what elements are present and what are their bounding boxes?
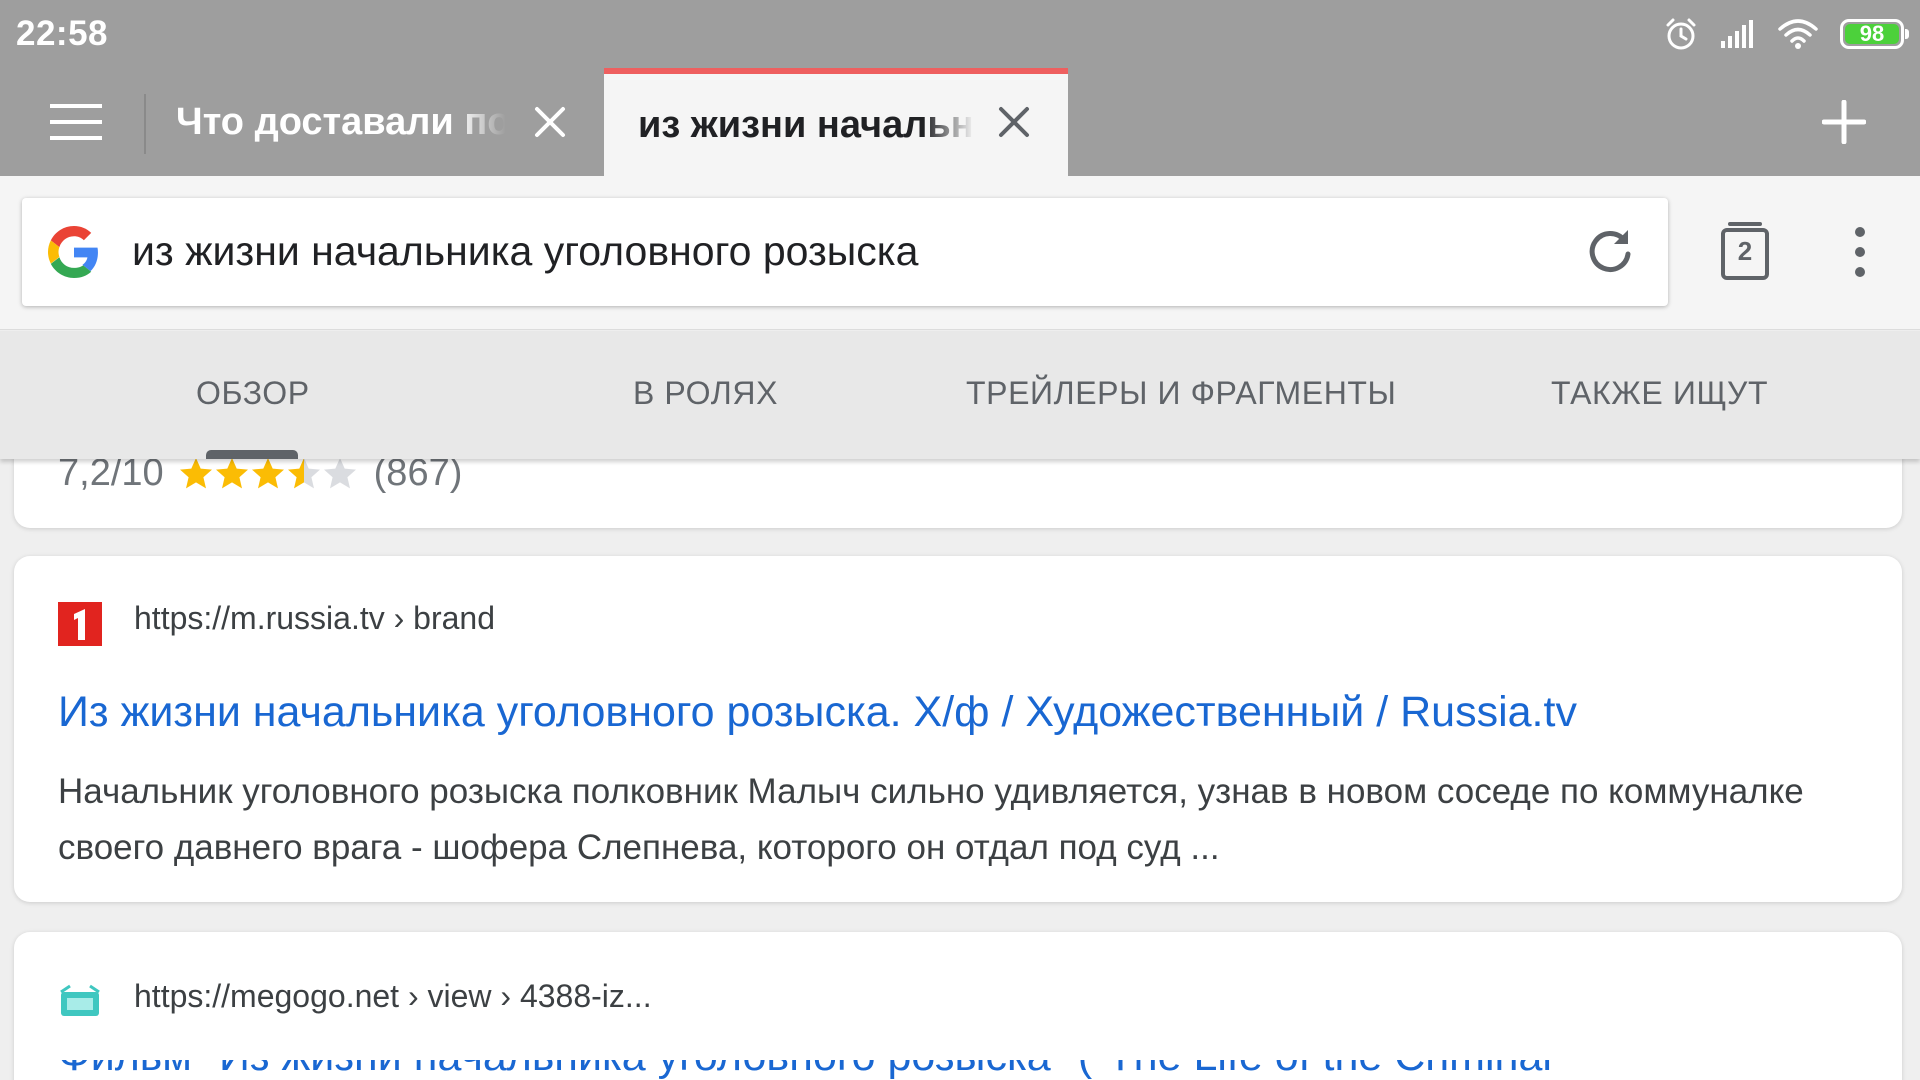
- result-url: https://megogo.net › view › 4388-iz...: [134, 978, 652, 1014]
- result-title-link[interactable]: Фильм "Из жизни начальника уголовного ро…: [58, 1060, 1858, 1080]
- tab-title: из жизни начальника: [638, 103, 974, 146]
- search-result: https://megogo.net › view › 4388-iz... Ф…: [14, 932, 1902, 1080]
- search-result: https://m.russia.tv › brand Из жизни нач…: [14, 556, 1902, 902]
- star-icon: [215, 457, 248, 488]
- status-bar: 22:58 98: [0, 0, 1920, 68]
- battery-level: 98: [1859, 21, 1885, 46]
- search-category-tabs: ОБЗОР В РОЛЯХ ТРЕЙЛЕРЫ И ФРАГМЕНТЫ ТАКЖЕ…: [0, 331, 1920, 459]
- google-g-icon: [48, 226, 98, 278]
- star-rating: [178, 456, 358, 492]
- result-url: https://m.russia.tv › brand: [134, 600, 496, 636]
- new-tab-icon[interactable]: [1822, 100, 1866, 144]
- signal-icon: [1721, 20, 1753, 48]
- tab-inactive[interactable]: Что доставали по: [146, 68, 604, 176]
- tab-cast[interactable]: В РОЛЯХ: [633, 375, 778, 412]
- tab-count: 2: [1737, 236, 1753, 266]
- russia1-favicon: [58, 602, 102, 646]
- megogo-favicon: [60, 984, 100, 1016]
- tab-overview[interactable]: ОБЗОР: [196, 375, 310, 412]
- star-icon: [179, 457, 212, 488]
- status-time: 22:58: [16, 14, 109, 53]
- active-tab-indicator: [206, 450, 298, 459]
- wifi-icon: [1778, 19, 1818, 49]
- tab-title: Что доставали по: [176, 100, 506, 143]
- tab-switcher-button[interactable]: 2: [1720, 222, 1770, 282]
- result-title-link[interactable]: Из жизни начальника уголовного розыска. …: [58, 688, 1858, 737]
- close-tab-icon[interactable]: [996, 104, 1032, 140]
- star-icon: [287, 457, 320, 488]
- battery-icon: 98: [1840, 19, 1909, 49]
- tab-trailers[interactable]: ТРЕЙЛЕРЫ И ФРАГМЕНТЫ: [966, 375, 1396, 412]
- omnibox[interactable]: из жизни начальника уголовного розыска: [22, 198, 1668, 306]
- result-title-text: Фильм "Из жизни начальника уголовного ро…: [58, 1060, 1858, 1080]
- status-icons: 98: [1664, 14, 1909, 54]
- omnibox-query: из жизни начальника уголовного розыска: [132, 228, 919, 274]
- result-snippet: Начальник уголовного розыска полковник М…: [58, 772, 1804, 867]
- toolbar: из жизни начальника уголовного розыска 2: [0, 176, 1920, 330]
- more-options-icon[interactable]: [1842, 224, 1878, 280]
- star-icon: [323, 457, 356, 488]
- reload-icon[interactable]: [1584, 226, 1636, 278]
- hamburger-menu-icon[interactable]: [50, 102, 102, 142]
- alarm-icon: [1666, 18, 1696, 50]
- tab-also-searched[interactable]: ТАКЖЕ ИЩУТ: [1551, 375, 1768, 412]
- tab-strip: Что доставали по из жизни начальника: [0, 68, 1920, 176]
- star-icon: [251, 457, 284, 488]
- tab-active[interactable]: из жизни начальника: [604, 68, 1068, 176]
- close-tab-icon[interactable]: [532, 104, 568, 140]
